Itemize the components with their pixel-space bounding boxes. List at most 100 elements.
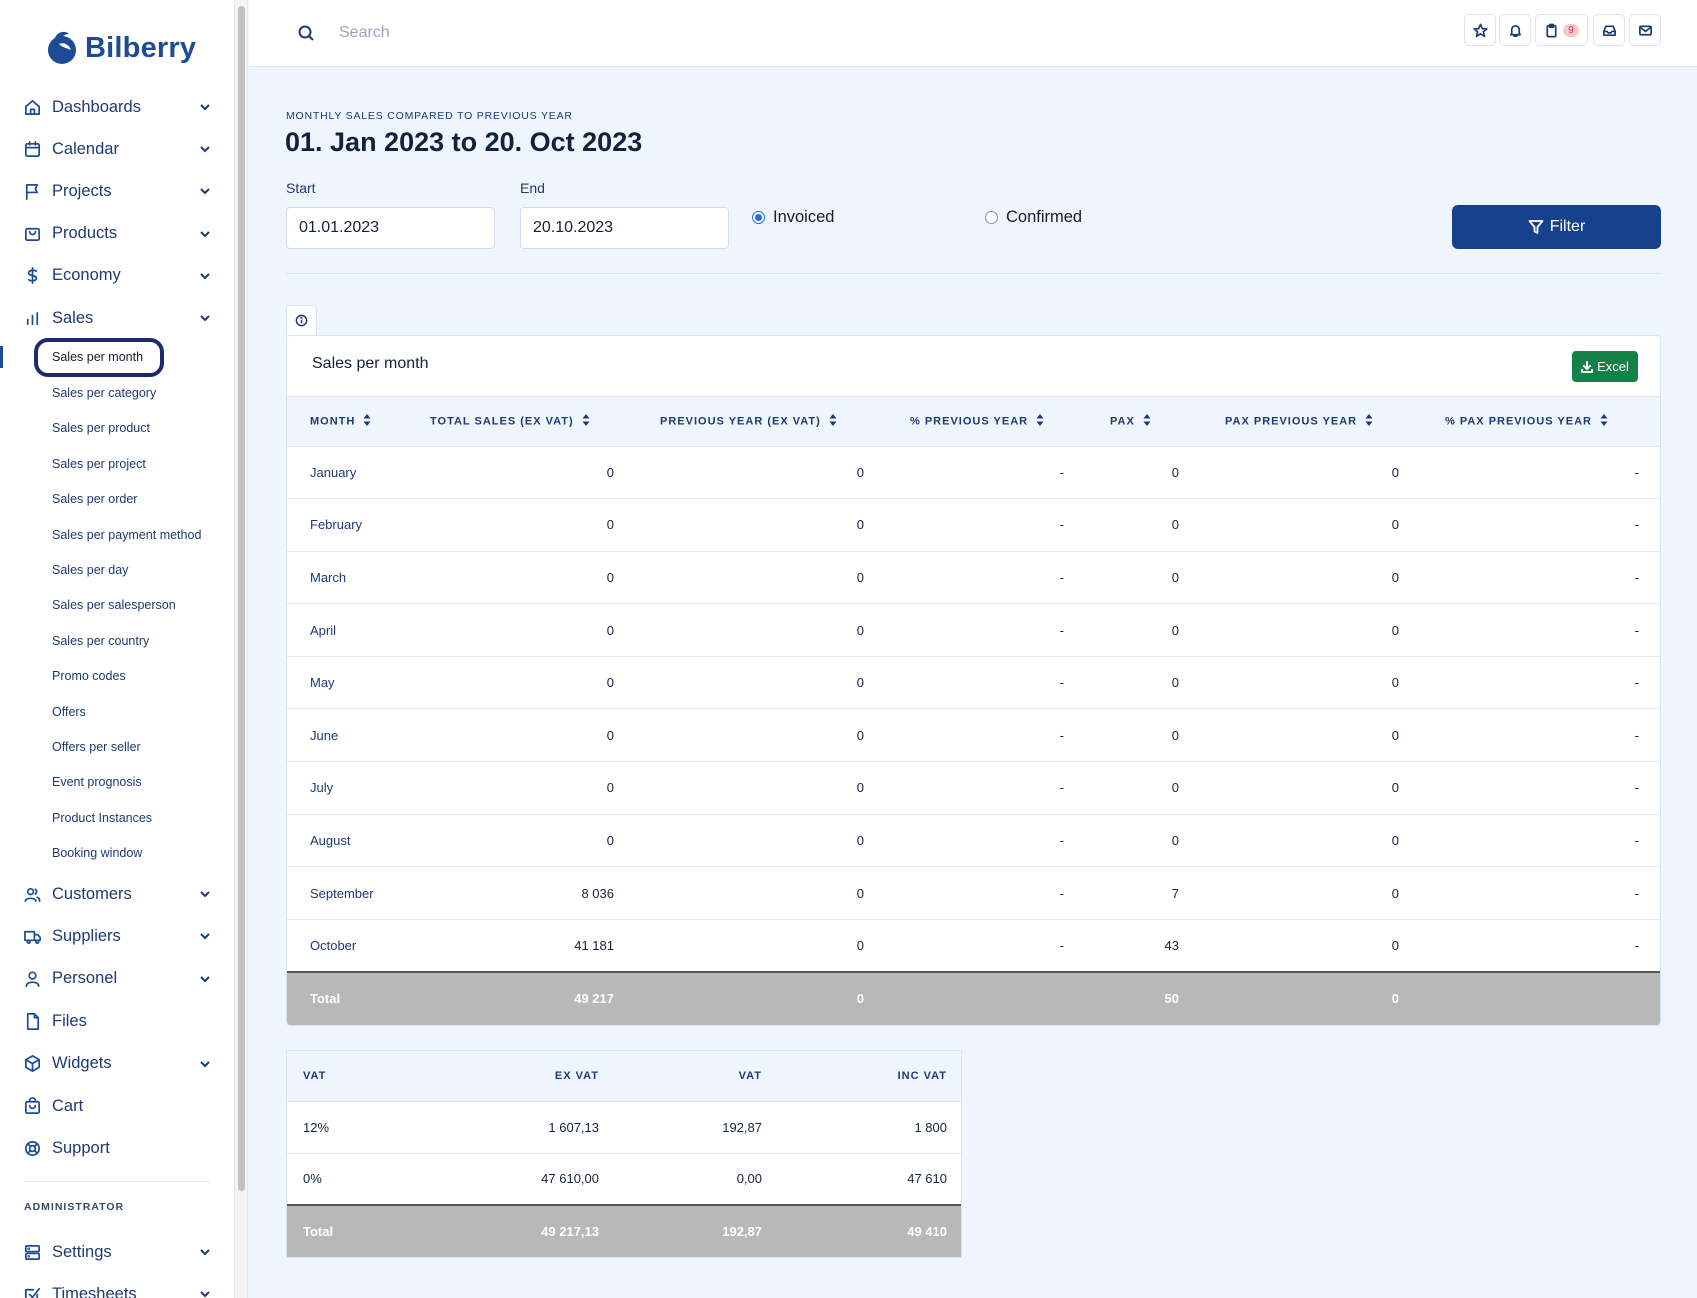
- bell-icon: [1509, 24, 1521, 37]
- sidebar-subitem-offers-per-seller[interactable]: Offers per seller: [52, 740, 141, 754]
- sidebar-item-widgets[interactable]: Widgets: [22, 1049, 212, 1079]
- sidebar-item-timesheets[interactable]: Timesheets: [22, 1279, 212, 1298]
- sidebar-item-projects[interactable]: Projects: [22, 176, 212, 206]
- sidebar-subitem-booking-window[interactable]: Booking window: [52, 846, 142, 860]
- table-cell: 0: [606, 675, 614, 691]
- sidebar-subitem-event-prognosis[interactable]: Event prognosis: [52, 775, 142, 789]
- info-button[interactable]: [286, 305, 317, 335]
- sidebar-subitem-sales-per-payment-method[interactable]: Sales per payment method: [52, 528, 201, 542]
- sidebar-subitem-sales-per-salesperson[interactable]: Sales per salesperson: [52, 598, 176, 612]
- sidebar-subitem-sales-per-project[interactable]: Sales per project: [52, 457, 146, 471]
- radio-invoiced-dot[interactable]: [752, 211, 765, 224]
- sort-icon[interactable]: [363, 413, 371, 429]
- column-header-pax-previous-year[interactable]: % PAX PREVIOUS YEAR: [1422, 397, 1660, 446]
- sort-icon[interactable]: [1143, 413, 1151, 429]
- sort-icon[interactable]: [582, 413, 590, 429]
- total-cell: Total: [310, 991, 341, 1007]
- sidebar-item-cart[interactable]: Cart: [22, 1091, 212, 1121]
- column-header-previous-year-ex-vat[interactable]: PREVIOUS YEAR (EX VAT): [637, 397, 887, 446]
- sidebar-subitem-sales-per-category[interactable]: Sales per category: [52, 386, 156, 400]
- home-icon: [22, 97, 42, 117]
- sort-icon[interactable]: [1600, 413, 1608, 429]
- sidebar-item-sales[interactable]: Sales: [22, 303, 212, 333]
- logo[interactable]: Bilberry: [45, 30, 196, 66]
- search-icon[interactable]: [297, 24, 315, 42]
- chevron-down-icon[interactable]: [198, 929, 212, 943]
- sidebar-subitem-sales-per-country[interactable]: Sales per country: [52, 634, 149, 648]
- radio-confirmed-dot[interactable]: [985, 211, 998, 224]
- sidebar-item-support[interactable]: Support: [22, 1133, 212, 1163]
- sidebar: Bilberry Dashboards Calendar Projects Produ…: [0, 0, 234, 1298]
- chevron-down-icon[interactable]: [198, 311, 212, 325]
- end-date-input[interactable]: [520, 207, 729, 249]
- sidebar-subitem-sales-per-day[interactable]: Sales per day: [52, 563, 128, 577]
- sidebar-subitem-sales-per-product[interactable]: Sales per product: [52, 421, 150, 435]
- column-header-total-sales-ex-vat[interactable]: TOTAL SALES (EX VAT): [407, 397, 637, 446]
- sidebar-item-personel[interactable]: Personel: [22, 964, 212, 994]
- chevron-down-icon[interactable]: [198, 100, 212, 114]
- table-cell: 0: [1391, 517, 1399, 533]
- sort-icon[interactable]: [1365, 413, 1373, 429]
- sidebar-item-products[interactable]: Products: [22, 219, 212, 249]
- chevron-down-icon[interactable]: [198, 142, 212, 156]
- column-header-pax-previous-year[interactable]: PAX PREVIOUS YEAR: [1202, 397, 1422, 446]
- sidebar-subitem-sales-per-order[interactable]: Sales per order: [52, 492, 137, 506]
- clipboard-button[interactable]: 9: [1535, 14, 1588, 46]
- sidebar-subitem-promo-codes[interactable]: Promo codes: [52, 669, 126, 683]
- column-header-label: TOTAL SALES (EX VAT): [430, 415, 574, 428]
- scrollbar-thumb[interactable]: [238, 6, 245, 1191]
- chevron-down-icon[interactable]: [198, 227, 212, 241]
- sidebar-subitem-product-instances[interactable]: Product Instances: [52, 811, 152, 825]
- topbar: 9: [249, 0, 1697, 67]
- table-cell: 0: [856, 464, 864, 480]
- table-cell: -: [1059, 622, 1064, 638]
- chevron-down-icon[interactable]: [198, 972, 212, 986]
- chevron-down-icon[interactable]: [198, 269, 212, 283]
- sidebar-subitem-sales-per-month[interactable]: Sales per month: [52, 350, 143, 364]
- chevron-down-icon[interactable]: [198, 184, 212, 198]
- radio-invoiced[interactable]: Invoiced: [752, 208, 834, 227]
- card-header: Sales per month Excel: [287, 336, 1660, 397]
- table-cell: -: [1059, 832, 1064, 848]
- radio-confirmed[interactable]: Confirmed: [985, 208, 1082, 227]
- inbox-button[interactable]: [1593, 14, 1625, 46]
- sidebar-item-label: Settings: [52, 1242, 112, 1261]
- mail-button[interactable]: [1629, 14, 1661, 46]
- column-header-month[interactable]: MONTH: [287, 397, 407, 446]
- table-row: February 0 0 - 0 0 -: [287, 498, 1660, 552]
- sidebar-item-label: Widgets: [52, 1054, 112, 1073]
- filter-button[interactable]: Filter: [1452, 205, 1661, 249]
- table-cell: 0: [856, 937, 864, 953]
- sidebar-item-dashboards[interactable]: Dashboards: [22, 92, 212, 122]
- chevron-down-icon[interactable]: [198, 1287, 212, 1298]
- chevron-down-icon[interactable]: [198, 1245, 212, 1259]
- sidebar-item-suppliers[interactable]: Suppliers: [22, 921, 212, 951]
- table-cell: 0: [606, 780, 614, 796]
- sidebar-scrollbar[interactable]: [234, 0, 248, 1298]
- notifications-button[interactable]: [1499, 14, 1531, 46]
- column-header-pax[interactable]: PAX: [1087, 397, 1202, 446]
- chevron-down-icon[interactable]: [198, 887, 212, 901]
- card-title: Sales per month: [312, 355, 429, 372]
- sort-icon[interactable]: [829, 413, 837, 429]
- search-input[interactable]: [339, 20, 739, 46]
- sidebar-item-customers[interactable]: Customers: [22, 879, 212, 909]
- column-header-previous-year[interactable]: % PREVIOUS YEAR: [887, 397, 1087, 446]
- table-header-row: MONTH TOTAL SALES (EX VAT) PREVIOUS YEAR (…: [287, 397, 1660, 446]
- sidebar-item-economy[interactable]: Economy: [22, 261, 212, 291]
- vat-cell: 47 610: [907, 1171, 947, 1187]
- table-cell: 0: [1391, 464, 1399, 480]
- sidebar-item-settings[interactable]: Settings: [22, 1237, 212, 1267]
- favorites-button[interactable]: [1464, 14, 1496, 46]
- file-icon: [22, 1011, 42, 1031]
- excel-export-button[interactable]: Excel: [1572, 351, 1638, 382]
- month-cell: August: [310, 832, 351, 848]
- sidebar-item-calendar[interactable]: Calendar: [22, 134, 212, 164]
- sort-icon[interactable]: [1036, 413, 1044, 429]
- start-date-input[interactable]: [286, 207, 495, 249]
- admin-section-label: ADMINISTRATOR: [24, 1201, 125, 1213]
- sidebar-subitem-offers[interactable]: Offers: [52, 705, 86, 719]
- chevron-down-icon[interactable]: [198, 1057, 212, 1071]
- sidebar-item-files[interactable]: Files: [22, 1006, 212, 1036]
- month-cell: April: [310, 622, 337, 638]
